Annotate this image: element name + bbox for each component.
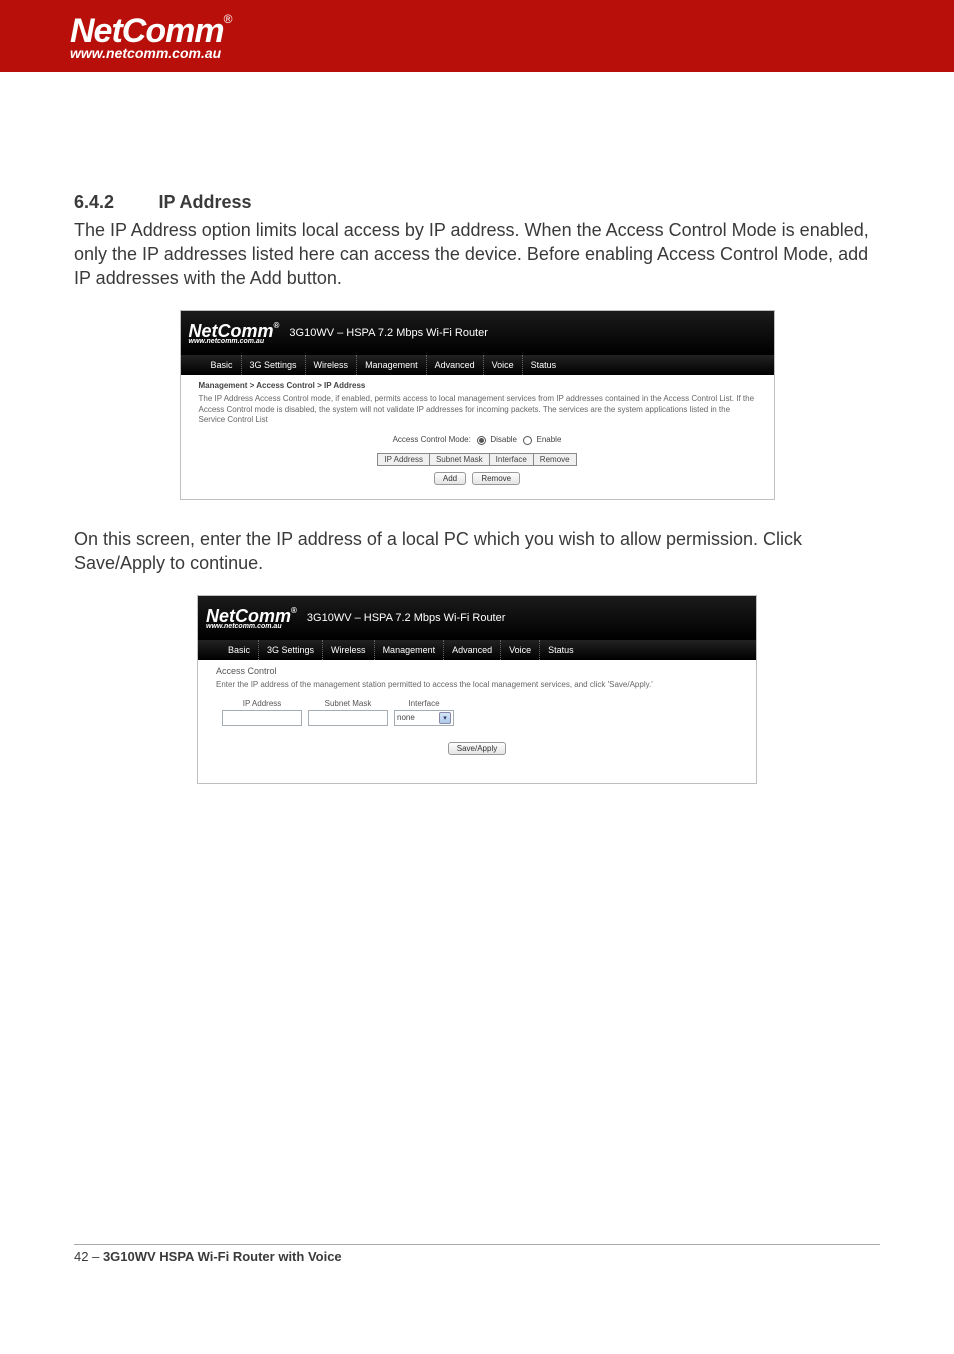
nav2-status[interactable]: Status [539,640,582,660]
subnet-mask-input[interactable] [308,710,388,726]
col-subnet: Subnet Mask [429,453,489,465]
nav-wireless[interactable]: Wireless [305,355,357,375]
col-remove: Remove [533,453,576,465]
page-number: 42 [74,1249,88,1264]
router-logo-2: NetComm® www.netcomm.com.au [206,607,297,630]
section-heading: 6.4.2 IP Address [74,192,880,213]
router-product-title: 3G10WV – HSPA 7.2 Mbps Wi-Fi Router [289,327,487,339]
remove-button[interactable]: Remove [472,472,520,485]
nav-basic[interactable]: Basic [203,355,241,375]
nav2-wireless[interactable]: Wireless [322,640,374,660]
breadcrumb: Management > Access Control > IP Address [199,381,756,390]
nav-3g-settings[interactable]: 3G Settings [241,355,305,375]
disable-label: Disable [490,435,517,444]
router-header: NetComm® www.netcomm.com.au 3G10WV – HSP… [181,311,774,355]
nav2-management[interactable]: Management [374,640,444,660]
col-interface: Interface [489,453,533,465]
nav-advanced[interactable]: Advanced [426,355,483,375]
form-col-mask: Subnet Mask [308,699,388,708]
footer-product: 3G10WV HSPA Wi-Fi Router with Voice [103,1249,342,1264]
ip-list-table: IP Address Subnet Mask Interface Remove [377,453,576,466]
nav2-3g-settings[interactable]: 3G Settings [258,640,322,660]
form-col-ip: IP Address [222,699,302,708]
access-control-mode-row: Access Control Mode: Disable Enable [199,435,756,444]
intro-paragraph: The IP Address option limits local acces… [74,219,880,290]
router-product-title-2: 3G10WV – HSPA 7.2 Mbps Wi-Fi Router [307,612,505,624]
interface-select[interactable]: none ▾ [394,710,454,726]
col-ip: IP Address [378,453,430,465]
chevron-down-icon: ▾ [439,712,451,724]
enable-label: Enable [536,435,561,444]
access-control-heading: Access Control [216,666,738,676]
router-screenshot-ip-list: NetComm® www.netcomm.com.au 3G10WV – HSP… [180,310,775,500]
section-title: IP Address [158,192,251,212]
mode-description: The IP Address Access Control mode, if e… [199,394,756,425]
add-button[interactable]: Add [434,472,466,485]
add-ip-form: IP Address Subnet Mask Interface none ▾ [216,697,460,728]
interface-selected-value: none [397,713,415,722]
nav-voice[interactable]: Voice [483,355,522,375]
router-nav: Basic 3G Settings Wireless Management Ad… [181,355,774,375]
nav2-advanced[interactable]: Advanced [443,640,500,660]
nav-status[interactable]: Status [522,355,565,375]
brand-logo: NetComm® www.netcomm.com.au [70,12,232,61]
registered-mark: ® [224,12,233,26]
nav-management[interactable]: Management [356,355,426,375]
router-nav-2: Basic 3G Settings Wireless Management Ad… [198,640,756,660]
router-logo: NetComm® www.netcomm.com.au [189,322,280,345]
nav2-basic[interactable]: Basic [220,640,258,660]
instruction-paragraph: On this screen, enter the IP address of … [74,528,880,576]
page-footer: 42 – 3G10WV HSPA Wi-Fi Router with Voice [74,1244,880,1264]
mode-label: Access Control Mode: [393,435,471,444]
save-apply-button[interactable]: Save/Apply [448,742,506,755]
section-number: 6.4.2 [74,192,154,213]
radio-enable[interactable] [523,436,532,445]
brand-url: www.netcomm.com.au [70,45,232,61]
nav2-voice[interactable]: Voice [500,640,539,660]
router-header-2: NetComm® www.netcomm.com.au 3G10WV – HSP… [198,596,756,640]
add-instruction: Enter the IP address of the management s… [216,680,738,690]
radio-disable[interactable] [477,436,486,445]
router-screenshot-add-ip: NetComm® www.netcomm.com.au 3G10WV – HSP… [197,595,757,783]
form-col-iface: Interface [394,699,454,708]
ip-address-input[interactable] [222,710,302,726]
document-header-bar: NetComm® www.netcomm.com.au [0,0,954,72]
